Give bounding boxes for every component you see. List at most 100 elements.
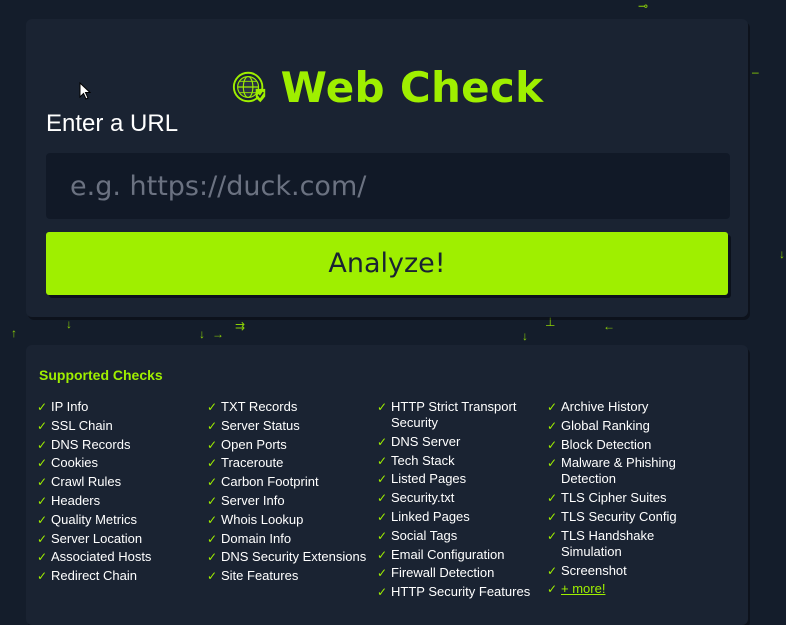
check-item: ✓ Whois Lookup bbox=[207, 512, 372, 528]
check-item-label: Redirect Chain bbox=[51, 568, 137, 584]
check-item: ✓ DNS Server bbox=[377, 434, 537, 450]
check-item: ✓ Listed Pages bbox=[377, 471, 537, 487]
check-item: ✓ HTTP Strict Transport Security bbox=[377, 399, 537, 431]
check-icon: ✓ bbox=[547, 456, 558, 471]
check-item-label: Malware & Phishing Detection bbox=[561, 455, 676, 487]
check-item: ✓ Block Detection bbox=[547, 437, 707, 453]
background-trace: ⊸ bbox=[638, 0, 649, 13]
check-item: ✓ Quality Metrics bbox=[37, 512, 197, 528]
check-icon: ✓ bbox=[377, 453, 388, 468]
check-item-label: Global Ranking bbox=[561, 417, 650, 433]
check-item-label: Listed Pages bbox=[391, 471, 467, 487]
check-item-label: Open Ports bbox=[221, 436, 287, 452]
check-item: ✓ Archive History bbox=[547, 399, 707, 415]
check-icon: ✓ bbox=[547, 582, 558, 597]
check-item: ✓ TLS Handshake Simulation bbox=[547, 528, 707, 560]
check-icon: ✓ bbox=[377, 528, 388, 543]
check-item: ✓ Cookies bbox=[37, 455, 197, 471]
check-icon: ✓ bbox=[377, 585, 388, 600]
check-icon: ✓ bbox=[377, 509, 388, 524]
check-item: ✓ Server Info bbox=[207, 493, 372, 509]
check-icon: ✓ bbox=[377, 547, 388, 562]
check-item: ✓ Redirect Chain bbox=[37, 568, 197, 584]
check-item-label: Site Features bbox=[221, 568, 299, 584]
check-item: ✓ TLS Security Config bbox=[547, 509, 707, 525]
mouse-cursor bbox=[79, 82, 91, 100]
check-item-label: Social Tags bbox=[391, 527, 458, 543]
check-icon: ✓ bbox=[37, 437, 48, 452]
check-item: ✓ Site Features bbox=[207, 568, 372, 584]
check-icon: ✓ bbox=[377, 472, 388, 487]
background-trace: ⊥ bbox=[545, 315, 556, 329]
check-item: ✓ Global Ranking bbox=[547, 418, 707, 434]
check-item-label: Block Detection bbox=[561, 436, 652, 452]
check-item-label: Email Configuration bbox=[391, 546, 505, 562]
check-icon: ✓ bbox=[547, 491, 558, 506]
checks-column-3: ✓ HTTP Strict Transport Security ✓ DNS Serv… bbox=[377, 399, 537, 603]
check-icon: ✓ bbox=[207, 456, 218, 471]
more-checks-link[interactable]: + more! bbox=[561, 581, 605, 596]
check-item: ✓ IP Info bbox=[37, 399, 197, 415]
check-icon: ✓ bbox=[207, 400, 218, 414]
check-icon: ✓ bbox=[207, 493, 218, 508]
check-item: ✓ Tech Stack bbox=[377, 453, 537, 469]
check-icon: ✓ bbox=[207, 475, 218, 490]
check-item-label: DNS Security Extensions bbox=[221, 549, 367, 565]
more-checks-item: ✓ + more! bbox=[547, 581, 707, 597]
url-input[interactable] bbox=[46, 153, 730, 219]
check-item: ✓ HTTP Security Features bbox=[377, 584, 537, 600]
check-item: ✓ DNS Security Extensions bbox=[207, 549, 372, 565]
check-item-label: TXT Records bbox=[221, 399, 298, 414]
check-item-label: Carbon Footprint bbox=[221, 474, 319, 490]
check-icon: ✓ bbox=[377, 566, 388, 581]
check-item-label: Cookies bbox=[51, 455, 98, 471]
check-icon: ✓ bbox=[37, 493, 48, 508]
check-item: ✓ Crawl Rules bbox=[37, 474, 197, 490]
check-item: ✓ Malware & Phishing Detection bbox=[547, 455, 707, 487]
check-item-label: Domain Info bbox=[221, 530, 292, 546]
check-item-label: Headers bbox=[51, 492, 101, 508]
check-item-label: Whois Lookup bbox=[221, 511, 304, 527]
check-item: ✓ Carbon Footprint bbox=[207, 474, 372, 490]
check-item: ✓ SSL Chain bbox=[37, 418, 197, 434]
check-item: ✓ TLS Cipher Suites bbox=[547, 490, 707, 506]
url-form-card: Web Check Enter a URL Analyze! bbox=[26, 19, 748, 317]
check-item-label: Server Location bbox=[51, 530, 143, 546]
supported-checks-title: Supported Checks bbox=[39, 367, 163, 383]
check-icon: ✓ bbox=[207, 550, 218, 565]
background-trace: ↑ bbox=[11, 326, 17, 340]
check-item-label: Server Info bbox=[221, 492, 285, 508]
background-trace: ↓ bbox=[522, 329, 528, 343]
check-item: ✓ Server Location bbox=[37, 531, 197, 547]
check-item-label: TLS Cipher Suites bbox=[561, 490, 667, 506]
check-icon: ✓ bbox=[547, 400, 558, 414]
check-item: ✓ Headers bbox=[37, 493, 197, 509]
check-item: ✓ TXT Records bbox=[207, 399, 372, 415]
globe-shield-icon bbox=[232, 71, 265, 103]
check-item: ✓ Linked Pages bbox=[377, 509, 537, 525]
check-item: ✓ Email Configuration bbox=[377, 547, 537, 563]
check-item-label: SSL Chain bbox=[51, 417, 113, 433]
check-item-label: TLS Handshake Simulation bbox=[561, 527, 655, 559]
check-item-label: Crawl Rules bbox=[51, 474, 122, 490]
app-header: Web Check bbox=[26, 57, 748, 117]
check-item-label: Archive History bbox=[561, 399, 649, 414]
check-item-label: Firewall Detection bbox=[391, 565, 495, 581]
check-item: ✓ Traceroute bbox=[207, 455, 372, 471]
check-icon: ✓ bbox=[547, 437, 558, 452]
check-item-label: Screenshot bbox=[561, 562, 627, 578]
analyze-button[interactable]: Analyze! bbox=[46, 232, 728, 295]
check-icon: ✓ bbox=[37, 418, 48, 433]
check-item-label: TLS Security Config bbox=[561, 508, 677, 524]
background-trace: ↓ bbox=[199, 327, 205, 341]
check-icon: ✓ bbox=[37, 475, 48, 490]
check-icon: ✓ bbox=[207, 418, 218, 433]
check-item: ✓ Server Status bbox=[207, 418, 372, 434]
check-item: ✓ Open Ports bbox=[207, 437, 372, 453]
background-trace: ← bbox=[603, 319, 615, 333]
checks-column-1: ✓ IP Info ✓ SSL Chain ✓ DNS Records ✓ Cookies ✓ C… bbox=[37, 399, 197, 587]
check-item-label: Security.txt bbox=[391, 490, 455, 506]
check-item: ✓ Firewall Detection bbox=[377, 565, 537, 581]
check-icon: ✓ bbox=[207, 569, 218, 584]
url-label: Enter a URL bbox=[46, 110, 179, 137]
